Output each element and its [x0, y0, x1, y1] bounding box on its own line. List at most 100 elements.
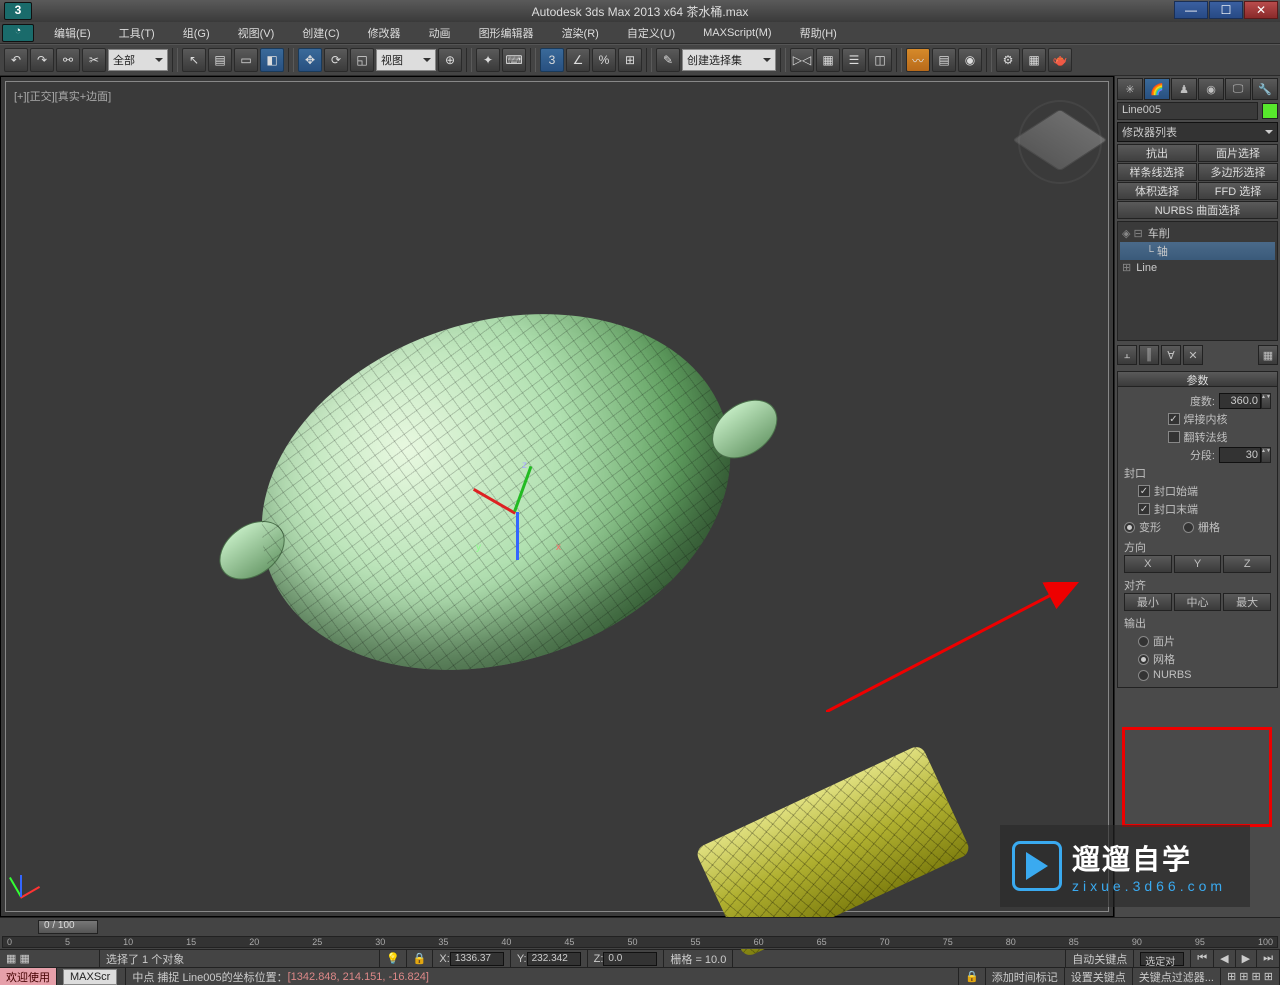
- menu-maxscript[interactable]: MAXScript(M): [689, 25, 785, 41]
- keyfilter-button[interactable]: 关键点过滤器...: [1133, 968, 1221, 985]
- z-input[interactable]: 0.0: [603, 952, 657, 966]
- dir-x-button[interactable]: X: [1124, 555, 1172, 573]
- tab-motion[interactable]: ◉: [1198, 78, 1224, 100]
- minimize-button[interactable]: —: [1174, 1, 1208, 19]
- named-sel-edit-button[interactable]: ✎: [656, 48, 680, 72]
- addtag-button[interactable]: 添加时间标记: [986, 968, 1065, 985]
- select-rect-button[interactable]: ▭: [234, 48, 258, 72]
- sel-ffd[interactable]: FFD 选择: [1198, 182, 1278, 200]
- tab-utilities[interactable]: 🔧: [1252, 78, 1278, 100]
- keyset-dropdown[interactable]: 选定对: [1140, 952, 1184, 966]
- config-button[interactable]: ▦: [1258, 345, 1278, 365]
- tab-display[interactable]: 🖵: [1225, 78, 1251, 100]
- angle-snap-button[interactable]: ∠: [566, 48, 590, 72]
- named-selection-dropdown[interactable]: 创建选择集: [682, 49, 776, 71]
- refcoord-dropdown[interactable]: 视图: [376, 49, 436, 71]
- pivot-button[interactable]: ⊕: [438, 48, 462, 72]
- y-input[interactable]: 232.342: [527, 952, 581, 966]
- move-gizmo[interactable]: xyz: [466, 462, 566, 562]
- object-name-input[interactable]: Line005: [1117, 102, 1258, 120]
- segments-input[interactable]: [1219, 447, 1261, 463]
- curve-editor-button[interactable]: 〰: [906, 48, 930, 72]
- maximize-button[interactable]: ☐: [1209, 1, 1243, 19]
- tab-create[interactable]: ✳: [1117, 78, 1143, 100]
- layer-button[interactable]: ☰: [842, 48, 866, 72]
- segments-spinner[interactable]: ▲▼: [1261, 447, 1271, 463]
- link-button[interactable]: ⚯: [56, 48, 80, 72]
- weld-checkbox[interactable]: ✓: [1168, 413, 1180, 425]
- capstart-checkbox[interactable]: ✓: [1138, 485, 1150, 497]
- menu-tools[interactable]: 工具(T): [105, 23, 169, 43]
- align-min-button[interactable]: 最小: [1124, 593, 1172, 611]
- object-color-swatch[interactable]: [1262, 103, 1278, 119]
- modifier-stack[interactable]: ◈ ⊟ 车削 └ 轴 ⊞ Line: [1117, 221, 1278, 341]
- sel-extrude[interactable]: 抗出: [1117, 144, 1197, 162]
- viewport[interactable]: [+][正交][真实+边面] xyz: [0, 76, 1114, 917]
- sel-volume[interactable]: 体积选择: [1117, 182, 1197, 200]
- dir-z-button[interactable]: Z: [1223, 555, 1271, 573]
- autokey-button[interactable]: 自动关键点: [1066, 950, 1134, 967]
- unique-button[interactable]: ∀: [1161, 345, 1181, 365]
- dir-y-button[interactable]: Y: [1174, 555, 1222, 573]
- tab-hierarchy[interactable]: ♟: [1171, 78, 1197, 100]
- align-center-button[interactable]: 中心: [1174, 593, 1222, 611]
- rollout-title-params[interactable]: 参数: [1117, 371, 1278, 387]
- rotate-button[interactable]: ⟳: [324, 48, 348, 72]
- move-button[interactable]: ✥: [298, 48, 322, 72]
- window-crossing-button[interactable]: ◧: [260, 48, 284, 72]
- spinner-snap-button[interactable]: ⊞: [618, 48, 642, 72]
- time-slider[interactable]: 0 / 100 0510 152025 303540 455055 606570…: [0, 917, 1280, 949]
- app-icon[interactable]: 3: [4, 2, 32, 20]
- render-button[interactable]: 🫖: [1048, 48, 1072, 72]
- close-button[interactable]: ✕: [1244, 1, 1278, 19]
- select-object-button[interactable]: ↖: [182, 48, 206, 72]
- menu-customize[interactable]: 自定义(U): [613, 23, 689, 43]
- degrees-input[interactable]: [1219, 393, 1261, 409]
- capend-checkbox[interactable]: ✓: [1138, 503, 1150, 515]
- remove-mod-button[interactable]: ✕: [1183, 345, 1203, 365]
- scale-button[interactable]: ◱: [350, 48, 374, 72]
- keymode-button[interactable]: ⌨: [502, 48, 526, 72]
- align-max-button[interactable]: 最大: [1223, 593, 1271, 611]
- maxscript-tab[interactable]: MAXScr: [63, 969, 117, 985]
- menu-grapheditors[interactable]: 图形编辑器: [465, 23, 548, 43]
- menu-render[interactable]: 渲染(R): [548, 23, 613, 43]
- flip-checkbox[interactable]: [1168, 431, 1180, 443]
- menu-help[interactable]: 帮助(H): [786, 23, 851, 43]
- percent-snap-button[interactable]: %: [592, 48, 616, 72]
- snap-toggle-button[interactable]: 3: [540, 48, 564, 72]
- sel-nurbs[interactable]: NURBS 曲面选择: [1117, 201, 1278, 219]
- select-name-button[interactable]: ▤: [208, 48, 232, 72]
- render-frame-button[interactable]: ▦: [1022, 48, 1046, 72]
- pin-stack-button[interactable]: ⫠: [1117, 345, 1137, 365]
- setkey-button[interactable]: 设置关键点: [1065, 968, 1133, 985]
- menu-edit[interactable]: 编辑(E): [40, 23, 105, 43]
- menu-group[interactable]: 组(G): [169, 23, 224, 43]
- app-menu-icon[interactable]: ◔: [2, 24, 34, 42]
- menu-views[interactable]: 视图(V): [224, 23, 289, 43]
- undo-button[interactable]: ↶: [4, 48, 28, 72]
- material-editor-button[interactable]: ◉: [958, 48, 982, 72]
- menu-modifiers[interactable]: 修改器: [354, 23, 415, 43]
- align-button[interactable]: ▦: [816, 48, 840, 72]
- mirror-button[interactable]: ▷◁: [790, 48, 814, 72]
- morph-radio[interactable]: [1124, 522, 1135, 533]
- show-end-button[interactable]: ║: [1139, 345, 1159, 365]
- menu-create[interactable]: 创建(C): [288, 23, 353, 43]
- graphite-button[interactable]: ◫: [868, 48, 892, 72]
- degrees-spinner[interactable]: ▲▼: [1261, 393, 1271, 409]
- tab-modify[interactable]: 🌈: [1144, 78, 1170, 100]
- viewport-label[interactable]: [+][正交][真实+边面]: [14, 88, 111, 104]
- modifier-list-dropdown[interactable]: 修改器列表: [1117, 122, 1278, 142]
- out-mesh-radio[interactable]: [1138, 654, 1149, 665]
- x-input[interactable]: 1336.37: [450, 952, 504, 966]
- render-setup-button[interactable]: ⚙: [996, 48, 1020, 72]
- sel-patch[interactable]: 面片选择: [1198, 144, 1278, 162]
- out-patch-radio[interactable]: [1138, 636, 1149, 647]
- selection-filter-dropdown[interactable]: 全部: [108, 49, 168, 71]
- status-materials[interactable]: ▦ ▦: [0, 950, 100, 967]
- unlink-button[interactable]: ✂: [82, 48, 106, 72]
- manip-button[interactable]: ✦: [476, 48, 500, 72]
- sel-spline[interactable]: 样条线选择: [1117, 163, 1197, 181]
- redo-button[interactable]: ↷: [30, 48, 54, 72]
